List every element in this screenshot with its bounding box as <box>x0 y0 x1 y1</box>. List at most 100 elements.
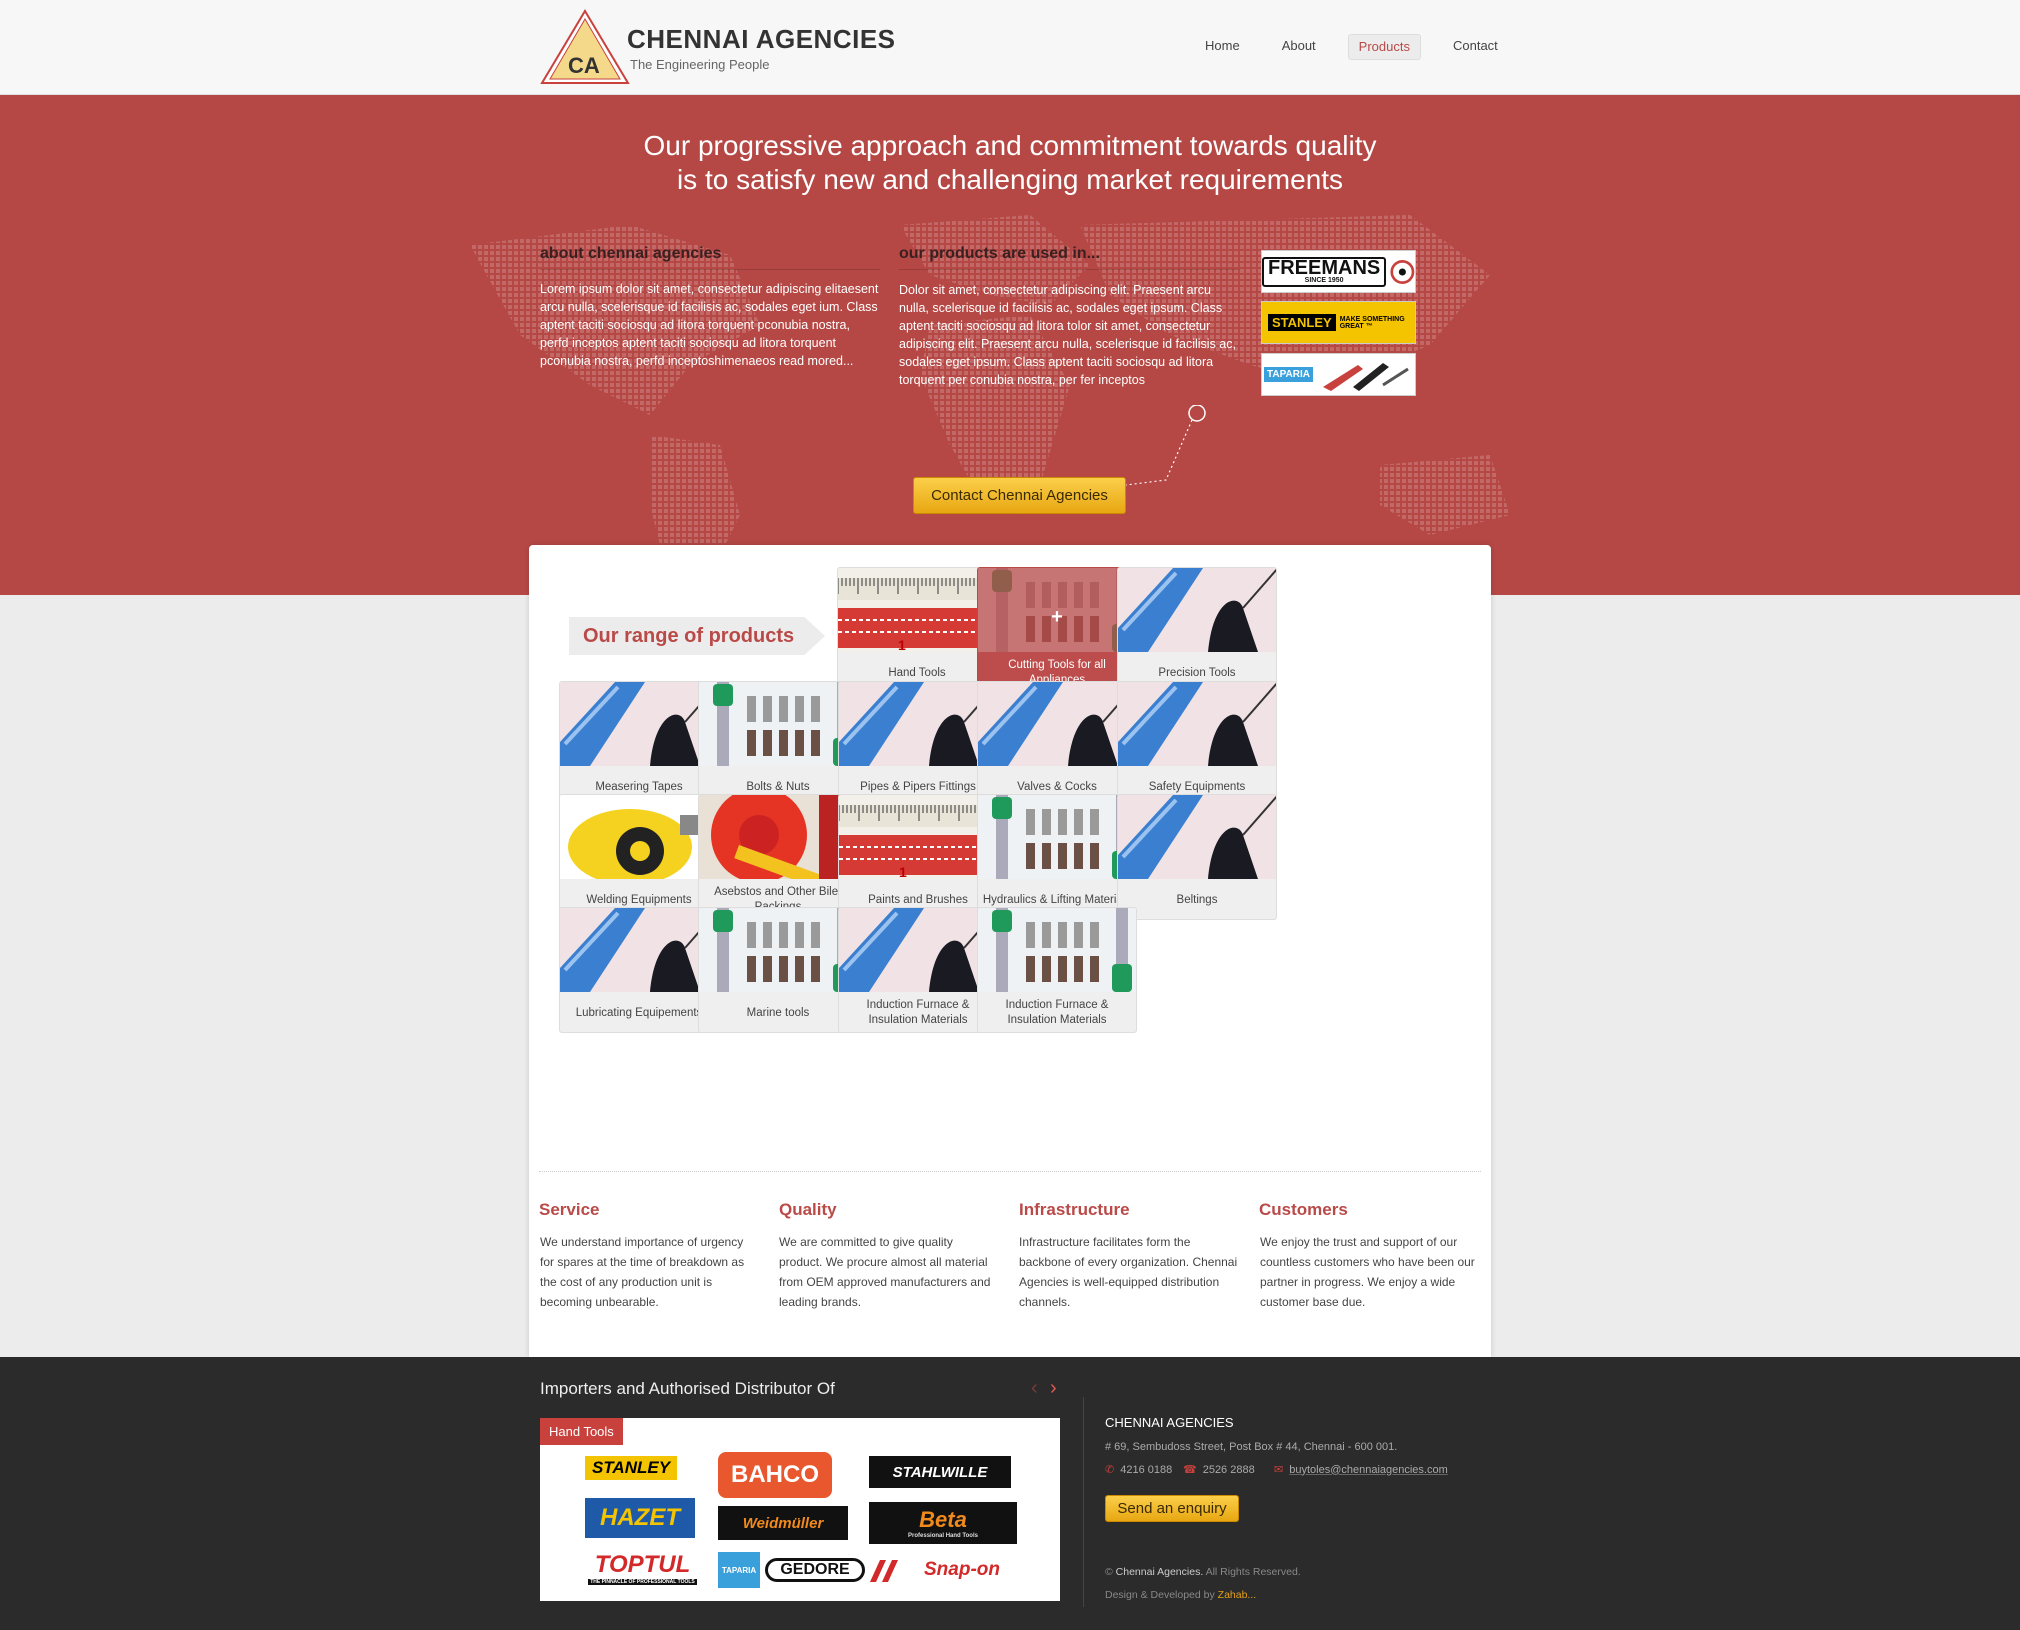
product-tile[interactable]: Measering Tapes <box>559 681 719 807</box>
hazet-logo[interactable]: HAZET <box>585 1498 695 1538</box>
send-enquiry-button[interactable]: Send an enquiry <box>1105 1495 1239 1522</box>
about-text: Lorem ipsum dolor sit amet, consectetur … <box>540 282 879 368</box>
mail-icon: ✉ <box>1274 1464 1284 1476</box>
nav-about[interactable]: About <box>1272 34 1326 60</box>
product-image <box>1118 568 1276 652</box>
product-tile[interactable]: Valves & Cocks <box>977 681 1137 807</box>
plus-icon[interactable]: + <box>978 606 1136 629</box>
brand-logo-panel: Hand Tools STANLEY BAHCO STAHLWILLE HAZE… <box>540 1418 1060 1601</box>
copyright: © Chennai Agencies. All Rights Reserved. <box>1105 1566 1301 1578</box>
product-image <box>1118 795 1276 879</box>
product-image <box>699 795 857 879</box>
phone-icon: ✆ <box>1105 1464 1115 1476</box>
range-heading: Our range of products <box>569 617 825 655</box>
product-tile[interactable]: Precision Tools <box>1117 567 1277 693</box>
feature-customers-text: We enjoy the trust and support of our co… <box>1260 1235 1475 1309</box>
product-image <box>560 682 718 766</box>
developer-credit: Design & Developed by Zahab... <box>1105 1589 1257 1601</box>
product-tile[interactable]: Induction Furnace & Insulation Materials <box>977 907 1137 1033</box>
brand-name[interactable]: CHENNAI AGENCIES <box>627 24 896 55</box>
product-image: 1 <box>838 568 996 652</box>
fax-icon: ☎ <box>1183 1464 1197 1476</box>
product-tile-label: Beltings <box>1176 893 1218 906</box>
beta-logo[interactable]: Beta Professional Hand Tools <box>869 1502 1017 1544</box>
hand-tools-tab[interactable]: Hand Tools <box>540 1418 623 1445</box>
hero-section: Our progressive approach and commitment … <box>0 95 2020 595</box>
logo-icon[interactable]: CA <box>540 9 630 85</box>
pliers-icon <box>1322 362 1409 391</box>
product-image <box>978 908 1136 992</box>
feature-customers-title: Customers <box>1259 1200 1348 1219</box>
taparia-badge[interactable]: TAPARIA <box>1261 353 1416 396</box>
product-tile[interactable]: Safety Equipments <box>1117 681 1277 807</box>
nav-home[interactable]: Home <box>1195 34 1250 60</box>
feature-infrastructure-title: Infrastructure <box>1019 1200 1130 1219</box>
feature-service-title: Service <box>539 1200 600 1219</box>
product-image <box>1118 682 1276 766</box>
freemans-seal-icon <box>1390 259 1415 284</box>
products-used-heading: our products are used in... <box>899 245 1239 270</box>
product-tile[interactable]: Asebstos and Other Biler Packings <box>698 794 858 920</box>
about-heading: about chennai agencies <box>540 245 880 270</box>
product-image <box>699 908 857 992</box>
product-tile[interactable]: Beltings <box>1117 794 1277 920</box>
main-nav: Home About Products Contact <box>1195 34 1508 60</box>
svg-text:1: 1 <box>899 864 907 879</box>
product-image: 1 <box>839 795 997 879</box>
feature-infrastructure-text: Infrastructure facilitates form the back… <box>1019 1235 1238 1309</box>
company-name: CHENNAI AGENCIES <box>1105 1415 1234 1430</box>
toptul-logo[interactable]: TOPTUL THE PINNACLE OF PROFESSIONAL TOOL… <box>585 1550 700 1586</box>
product-image <box>699 682 857 766</box>
feature-service-text: We understand importance of urgency for … <box>540 1235 745 1309</box>
product-tile[interactable]: Pipes & Pipers Fittings <box>838 681 998 807</box>
product-tile[interactable]: Bolts & Nuts <box>698 681 858 807</box>
snapon-logo[interactable]: Snap-on <box>912 1556 1012 1584</box>
bahco-logo[interactable]: BAHCO <box>718 1452 832 1498</box>
snapon-mark-icon <box>870 1560 898 1582</box>
contact-cta-button[interactable]: Contact Chennai Agencies <box>913 477 1126 514</box>
product-tile[interactable]: 1 Paints and Brushes <box>838 794 998 920</box>
taparia-logo[interactable]: TAPARIA <box>718 1552 760 1588</box>
product-tile-label: Induction Furnace & Insulation Materials <box>866 999 970 1026</box>
phone-1: ✆ 4216 0188 <box>1105 1463 1173 1477</box>
product-image <box>978 682 1136 766</box>
site-footer: Importers and Authorised Distributor Of … <box>0 1357 2020 1630</box>
hero-title: Our progressive approach and commitment … <box>643 130 1377 195</box>
phone-2: ☎ 2526 2888 <box>1183 1463 1255 1477</box>
product-image <box>978 795 1136 879</box>
footer-separator <box>1083 1397 1084 1607</box>
feature-quality-text: We are committed to give quality product… <box>779 1235 991 1309</box>
products-card: Our range of products 1 Hand Tools + Cutti… <box>529 545 1491 1357</box>
freemans-badge[interactable]: FREEMANS SINCE 1950 <box>1261 250 1416 293</box>
svg-text:1: 1 <box>898 637 906 652</box>
brand-tagline: The Engineering People <box>630 57 770 72</box>
product-tile[interactable]: Marine tools <box>698 907 858 1033</box>
developer-link[interactable]: Zahab... <box>1218 1589 1257 1601</box>
carousel-next-icon[interactable]: › <box>1050 1377 1057 1400</box>
svg-text:CA: CA <box>568 53 600 78</box>
product-tile-label: Lubricating Equipements <box>575 1006 703 1019</box>
nav-products[interactable]: Products <box>1347 34 1421 60</box>
product-image <box>560 795 718 879</box>
product-image <box>839 682 997 766</box>
product-tile-label: Marine tools <box>746 1006 810 1019</box>
weidmuller-logo[interactable]: Weidmüller <box>718 1506 848 1540</box>
pointer-line-decoration <box>1126 405 1206 486</box>
product-tile[interactable]: Induction Furnace & Insulation Materials <box>838 907 998 1033</box>
section-divider <box>539 1171 1481 1172</box>
carousel-prev-icon[interactable]: ‹ <box>1031 1377 1038 1400</box>
products-used-text: Dolor sit amet, consectetur adipiscing e… <box>899 283 1236 387</box>
product-tile[interactable]: + Cutting Tools for all Appliances <box>977 567 1137 693</box>
stanley-badge[interactable]: STANLEY MAKE SOMETHING GREAT ™ <box>1261 301 1416 344</box>
email-contact[interactable]: ✉ buytoles@chennaiagencies.com <box>1274 1463 1448 1477</box>
product-tile[interactable]: Lubricating Equipements <box>559 907 719 1033</box>
nav-contact[interactable]: Contact <box>1443 34 1508 60</box>
copyright-link[interactable]: Chennai Agencies. <box>1116 1566 1204 1578</box>
stahlwille-logo[interactable]: STAHLWILLE <box>869 1456 1011 1488</box>
product-tile[interactable]: 1 Hand Tools <box>837 567 997 693</box>
gedore-logo[interactable]: GEDORE <box>765 1558 865 1582</box>
product-tile[interactable]: Welding Equipments <box>559 794 719 920</box>
product-image <box>839 908 997 992</box>
stanley-logo[interactable]: STANLEY <box>585 1456 677 1480</box>
product-tile[interactable]: Hydraulics & Lifting Materials <box>977 794 1137 920</box>
